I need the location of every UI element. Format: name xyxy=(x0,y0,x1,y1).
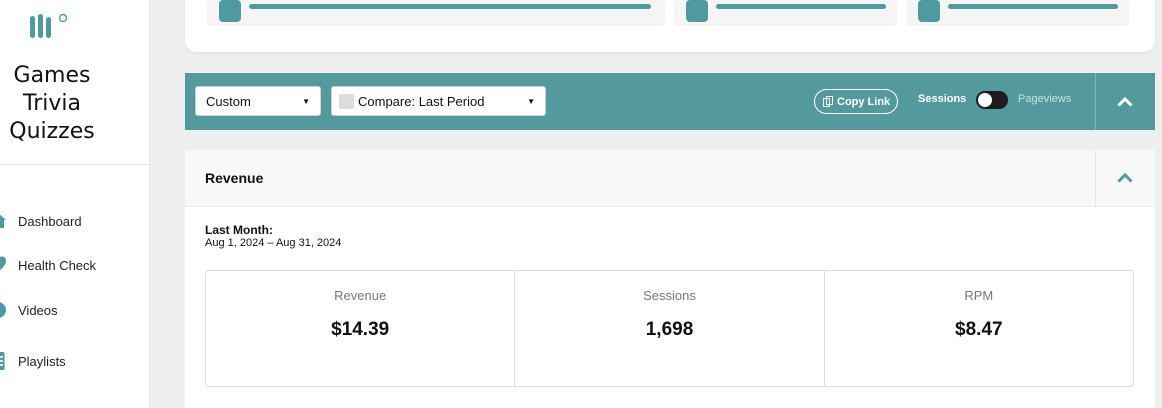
site-name: Games Trivia Quizzes xyxy=(9,63,95,144)
toggle-knob xyxy=(978,93,992,107)
compare-select[interactable]: Compare: Last Period ▼ xyxy=(331,86,546,116)
summary-item-upload xyxy=(906,0,1129,26)
collapse-revenue-button[interactable] xyxy=(1096,150,1155,207)
metric-revenue: Revenue $14.39 xyxy=(206,271,516,386)
sidebar-item-dashboard[interactable]: Dashboard xyxy=(0,206,150,236)
compare-checkbox[interactable] xyxy=(339,94,354,109)
metric-value: $8.47 xyxy=(955,319,1003,340)
metric-rpm: RPM $8.47 xyxy=(825,271,1133,386)
summary-item-code xyxy=(674,0,897,26)
progress-bar xyxy=(948,4,1118,9)
pageviews-toggle-label: Pageviews xyxy=(1018,93,1072,105)
playlist-icon xyxy=(0,352,5,370)
progress-bar xyxy=(716,4,886,9)
metric-value: 1,698 xyxy=(645,319,694,340)
metric-value: $14.39 xyxy=(331,319,390,340)
copy-link-button[interactable]: Copy Link xyxy=(814,89,898,114)
sidebar-item-label: Dashboard xyxy=(18,213,82,229)
code-icon xyxy=(686,0,708,22)
revenue-title: Revenue xyxy=(205,170,264,186)
caret-down-icon: ▼ xyxy=(302,96,310,106)
sidebar-item-health-check[interactable]: Health Check xyxy=(0,250,150,280)
sessions-toggle-label: Sessions xyxy=(918,93,967,105)
sidebar-item-label: Videos xyxy=(18,302,58,318)
progress-bar xyxy=(249,4,651,9)
mobile-icon xyxy=(219,0,241,22)
compare-value: Compare: Last Period xyxy=(358,93,485,109)
summary-card xyxy=(185,0,1155,52)
sidebar-divider xyxy=(0,164,150,165)
video-icon xyxy=(0,302,6,318)
metrics-grid: Revenue $14.39 Sessions 1,698 RPM $8.47 xyxy=(205,270,1134,387)
summary-item-mobile xyxy=(207,0,665,26)
sidebar-item-label: Playlists xyxy=(18,353,66,369)
heart-icon xyxy=(0,256,6,271)
caret-down-icon: ▼ xyxy=(527,96,535,106)
filter-bar: Custom ▼ Compare: Last Period ▼ Copy Lin… xyxy=(185,73,1155,130)
sidebar-item-playlists[interactable]: Playlists xyxy=(0,346,150,376)
sessions-pageviews-toggle[interactable] xyxy=(976,91,1008,109)
metric-label: RPM xyxy=(964,288,994,303)
sidebar-item-videos[interactable]: Videos xyxy=(0,295,150,325)
revenue-panel: Revenue Last Month: Aug 1, 2024 – Aug 31… xyxy=(185,150,1155,408)
sidebar: Games Trivia Quizzes Dashboard Health Ch… xyxy=(0,0,150,408)
home-icon xyxy=(0,214,6,228)
period-label: Last Month: xyxy=(205,223,273,237)
date-range-value: Custom xyxy=(206,93,251,109)
revenue-header: Revenue xyxy=(185,150,1155,207)
metric-label: Revenue xyxy=(334,288,387,303)
chevron-up-icon xyxy=(1117,172,1133,183)
upload-icon xyxy=(918,0,940,22)
copy-link-label: Copy Link xyxy=(837,95,891,108)
collapse-filters-button[interactable] xyxy=(1096,73,1155,130)
period-range: Aug 1, 2024 – Aug 31, 2024 xyxy=(205,237,342,249)
metric-label: Sessions xyxy=(643,288,696,303)
copy-icon xyxy=(823,96,833,107)
chevron-up-icon xyxy=(1117,96,1133,107)
metric-sessions: Sessions 1,698 xyxy=(515,271,825,386)
date-range-select[interactable]: Custom ▼ xyxy=(195,86,321,116)
brand-logo-icon xyxy=(30,13,68,38)
sidebar-item-label: Health Check xyxy=(18,257,97,273)
